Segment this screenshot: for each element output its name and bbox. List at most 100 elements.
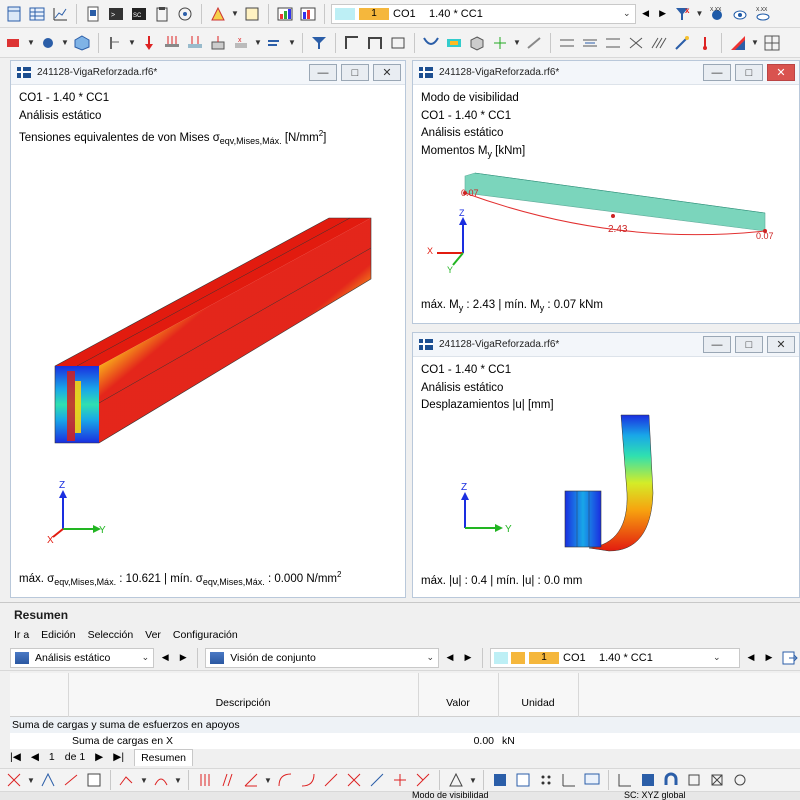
menu-edit[interactable]: Edición — [41, 629, 75, 645]
minimize-button[interactable]: — — [309, 64, 337, 81]
section-icon[interactable] — [4, 33, 24, 53]
display-icon[interactable] — [582, 770, 602, 790]
angle-icon[interactable] — [241, 770, 261, 790]
portal-icon[interactable] — [365, 33, 385, 53]
displacement-beam-view[interactable]: Z Y — [413, 413, 799, 563]
node-snap-icon[interactable] — [38, 770, 58, 790]
analysis-type-select[interactable]: Análisis estático ⌄ — [10, 647, 155, 668]
previous-icon[interactable]: ◀ — [158, 652, 172, 663]
polyline-icon[interactable] — [117, 770, 137, 790]
maximize-button[interactable]: □ — [341, 64, 369, 81]
tab-resumen[interactable]: Resumen — [134, 748, 194, 766]
load-icon[interactable] — [139, 33, 159, 53]
stress-result-window[interactable]: 241128-VigaReforzada.rf6* — □ ✕ CO1 - 1.… — [10, 60, 406, 598]
view-dots-icon[interactable] — [536, 770, 556, 790]
results-next-icon[interactable] — [298, 4, 318, 24]
eye-icon[interactable] — [730, 4, 750, 24]
curve-icon[interactable] — [275, 770, 295, 790]
line-snap-icon[interactable] — [61, 770, 81, 790]
member-results-icon[interactable] — [557, 33, 577, 53]
chevron-down-icon[interactable]: ⌄ — [619, 8, 635, 19]
select-icon[interactable] — [208, 4, 228, 24]
panel-loadcase-selector[interactable]: 1 CO1 1.40 * CC1 ⌄ — [490, 647, 740, 668]
contour-icon[interactable] — [444, 33, 464, 53]
column-unit[interactable]: Unidad — [498, 697, 578, 709]
window-titlebar[interactable]: 241128-VigaReforzada.rf6* — □ ✕ — [11, 61, 405, 85]
grid-snap-icon[interactable] — [638, 770, 658, 790]
previous-icon[interactable]: ◀ — [443, 652, 457, 663]
line-icon[interactable] — [524, 33, 544, 53]
imposed-icon[interactable]: x — [231, 33, 251, 53]
color-scale-icon[interactable] — [728, 33, 748, 53]
loadcase-selector[interactable]: 1 CO1 1.40 * CC1 ⌄ — [331, 3, 636, 24]
grid-icon[interactable] — [27, 4, 47, 24]
intersect-icon[interactable] — [390, 770, 410, 790]
first-page-icon[interactable]: |◀ — [10, 751, 21, 763]
member-values-icon[interactable] — [603, 33, 623, 53]
reactions-icon[interactable] — [490, 33, 510, 53]
deformation-icon[interactable] — [421, 33, 441, 53]
previous-page-icon[interactable]: ◀ — [31, 751, 39, 763]
next-page-icon[interactable]: ▶ — [95, 751, 103, 763]
previous-loadcase-icon[interactable]: ◀ — [639, 8, 653, 19]
table-icon[interactable] — [4, 4, 24, 24]
view-axis-icon[interactable] — [559, 770, 579, 790]
view-results-icon[interactable] — [490, 770, 510, 790]
close-button[interactable]: ✕ — [767, 64, 795, 81]
table-row[interactable]: Suma de cargas en X 0.00 kN — [10, 733, 800, 749]
guide-icon[interactable] — [446, 770, 466, 790]
solid-load-icon[interactable] — [208, 33, 228, 53]
next-icon[interactable]: ▶ — [762, 652, 776, 663]
hatch-icon[interactable] — [649, 33, 669, 53]
displacement-result-window[interactable]: 241128-VigaReforzada.rf6* — □ ✕ CO1 - 1.… — [412, 332, 800, 598]
box-x-icon[interactable] — [707, 770, 727, 790]
chart-icon[interactable] — [50, 4, 70, 24]
sections-icon[interactable] — [626, 33, 646, 53]
chevron-down-icon[interactable]: ⌄ — [709, 652, 725, 663]
report-icon[interactable] — [83, 4, 103, 24]
maximize-button[interactable]: □ — [735, 336, 763, 353]
script-icon[interactable]: SC — [129, 4, 149, 24]
close-button[interactable]: ✕ — [767, 336, 795, 353]
menu-view[interactable]: Ver — [145, 629, 161, 645]
nodes-icon[interactable] — [38, 33, 58, 53]
member-diagram-icon[interactable] — [580, 33, 600, 53]
parallel-icon[interactable] — [195, 770, 215, 790]
solid-view-icon[interactable] — [467, 33, 487, 53]
menu-selection[interactable]: Selección — [88, 629, 134, 645]
cube-icon[interactable] — [72, 33, 92, 53]
circle-icon[interactable] — [730, 770, 750, 790]
slant-icon[interactable] — [218, 770, 238, 790]
grid-toggle-icon[interactable] — [762, 33, 782, 53]
dialog-icon[interactable] — [84, 770, 104, 790]
page-number[interactable]: 1 — [49, 751, 55, 763]
arc-icon[interactable] — [151, 770, 171, 790]
values-eye-icon[interactable]: X.XX — [753, 4, 773, 24]
surface-load-icon[interactable] — [185, 33, 205, 53]
angle-snap-icon[interactable] — [615, 770, 635, 790]
section-view-icon[interactable] — [388, 33, 408, 53]
previous-icon[interactable]: ◀ — [744, 652, 758, 663]
diagonal-icon[interactable] — [321, 770, 341, 790]
view-grid-icon[interactable] — [513, 770, 533, 790]
export-icon[interactable] — [780, 648, 800, 668]
filter-x-icon[interactable]: x — [673, 4, 693, 24]
wind-icon[interactable] — [265, 33, 285, 53]
target-icon[interactable] — [175, 4, 195, 24]
maximize-button[interactable]: □ — [735, 64, 763, 81]
menu-goto[interactable]: Ir a — [14, 629, 29, 645]
magnet-icon[interactable] — [661, 770, 681, 790]
support-icon[interactable] — [105, 33, 125, 53]
window-titlebar[interactable]: 241128-VigaReforzada.rf6* — □ ✕ — [413, 333, 799, 357]
results-icon[interactable] — [275, 4, 295, 24]
snap-icon[interactable] — [4, 770, 24, 790]
split-icon[interactable] — [413, 770, 433, 790]
next-loadcase-icon[interactable]: ▶ — [656, 8, 670, 19]
next-icon[interactable]: ▶ — [461, 652, 475, 663]
curve2-icon[interactable] — [298, 770, 318, 790]
member-load-icon[interactable] — [162, 33, 182, 53]
minimize-button[interactable]: — — [703, 64, 731, 81]
magic-icon[interactable] — [672, 33, 692, 53]
pin-icon[interactable] — [695, 33, 715, 53]
column-value[interactable]: Valor — [418, 697, 498, 709]
